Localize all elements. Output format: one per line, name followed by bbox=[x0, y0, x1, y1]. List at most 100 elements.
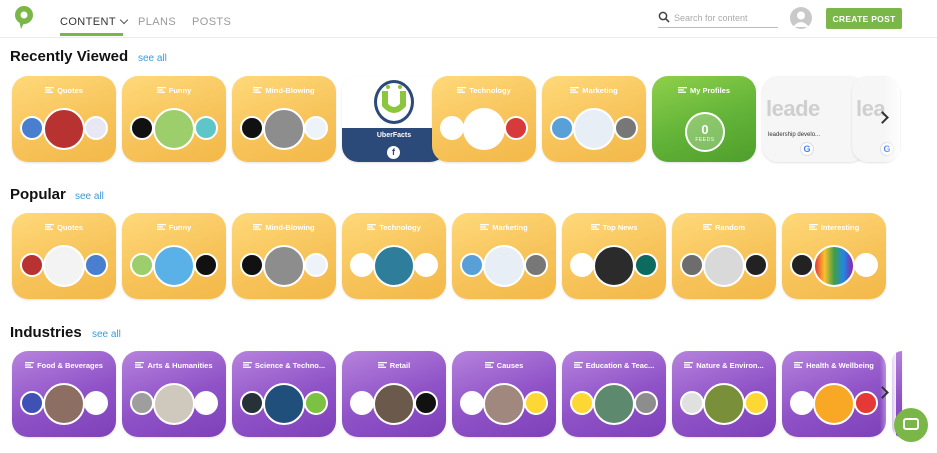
section-title-industries: Industries bbox=[10, 324, 82, 341]
feed-icon bbox=[242, 362, 252, 368]
source-avatar bbox=[570, 391, 594, 415]
google-icon: G bbox=[800, 142, 814, 156]
source-avatar bbox=[634, 391, 658, 415]
user-silhouette-icon bbox=[793, 11, 809, 27]
source-avatar bbox=[593, 245, 635, 287]
source-avatar bbox=[504, 116, 528, 140]
card-label: Mind-Blowing bbox=[265, 223, 315, 232]
industry-card-food-beverages[interactable]: Food & Beverages bbox=[12, 351, 116, 437]
nav-tab-posts[interactable]: POSTS bbox=[192, 16, 231, 28]
feed-icon bbox=[677, 87, 687, 93]
card-label: Causes bbox=[496, 361, 524, 370]
popular-card-top-news[interactable]: Top News bbox=[562, 213, 666, 299]
recent-card-funny[interactable]: Funny bbox=[122, 76, 226, 162]
source-avatar bbox=[463, 108, 505, 150]
source-avatar bbox=[20, 391, 44, 415]
recent-card-uberfacts[interactable]: UberFacts f bbox=[342, 76, 446, 162]
feed-icon bbox=[253, 87, 263, 93]
card-label: Quotes bbox=[57, 86, 83, 95]
card-label: Funny bbox=[168, 223, 192, 232]
source-avatar bbox=[790, 253, 814, 277]
source-avatar bbox=[744, 253, 768, 277]
see-all-popular-link[interactable]: see all bbox=[75, 191, 104, 202]
search-box bbox=[658, 10, 778, 28]
app-logo-icon[interactable] bbox=[13, 6, 35, 30]
source-avatar bbox=[524, 391, 548, 415]
source-avatar bbox=[440, 116, 464, 140]
industry-card-causes[interactable]: Causes bbox=[452, 351, 556, 437]
industry-card-health-wellbeing[interactable]: Health & Wellbeing bbox=[782, 351, 886, 437]
source-avatar bbox=[414, 253, 438, 277]
see-all-industries-link[interactable]: see all bbox=[92, 329, 121, 340]
recent-card-quotes[interactable]: Quotes bbox=[12, 76, 116, 162]
recent-card-technology[interactable]: Technology bbox=[432, 76, 536, 162]
search-icon[interactable] bbox=[658, 11, 670, 23]
section-title-popular: Popular bbox=[10, 186, 66, 203]
source-avatar bbox=[240, 253, 264, 277]
popular-card-quotes[interactable]: Quotes bbox=[12, 213, 116, 299]
card-label: Education & Teac... bbox=[585, 361, 655, 370]
scroll-right-arrow-industries[interactable] bbox=[874, 383, 896, 405]
source-avatar bbox=[350, 253, 374, 277]
source-avatar bbox=[350, 391, 374, 415]
card-label: My Profiles bbox=[689, 86, 730, 95]
source-avatar bbox=[194, 391, 218, 415]
feed-icon bbox=[377, 362, 387, 368]
source-avatar bbox=[263, 245, 305, 287]
recent-card-marketing[interactable]: Marketing bbox=[542, 76, 646, 162]
card-label: Technology bbox=[469, 86, 511, 95]
popular-card-mind-blowing[interactable]: Mind-Blowing bbox=[232, 213, 336, 299]
source-avatar bbox=[263, 383, 305, 425]
recent-card-mind-blowing[interactable]: Mind-Blowing bbox=[232, 76, 336, 162]
industry-card-retail[interactable]: Retail bbox=[342, 351, 446, 437]
industry-card-science-technology[interactable]: Science & Techno... bbox=[232, 351, 336, 437]
source-avatar bbox=[813, 245, 855, 287]
source-avatar bbox=[680, 253, 704, 277]
card-label: Marketing bbox=[582, 86, 618, 95]
source-avatar bbox=[614, 116, 638, 140]
source-avatar bbox=[194, 253, 218, 277]
source-avatar bbox=[483, 245, 525, 287]
search-input[interactable] bbox=[674, 10, 776, 26]
source-avatar bbox=[20, 253, 44, 277]
chevron-down-icon bbox=[119, 15, 129, 25]
source-avatar bbox=[304, 253, 328, 277]
source-avatar bbox=[854, 253, 878, 277]
recent-card-my-profiles[interactable]: My Profiles 0 FEEDS bbox=[652, 76, 756, 162]
nav-tab-content[interactable]: CONTENT bbox=[60, 15, 129, 28]
see-all-recently-viewed-link[interactable]: see all bbox=[138, 53, 167, 64]
feeds-count-badge: 0 FEEDS bbox=[685, 112, 725, 152]
section-title-recently-viewed: Recently Viewed bbox=[10, 48, 129, 65]
source-avatar bbox=[703, 245, 745, 287]
source-avatar bbox=[240, 391, 264, 415]
user-avatar[interactable] bbox=[790, 7, 812, 29]
source-avatar bbox=[744, 391, 768, 415]
popular-card-marketing[interactable]: Marketing bbox=[452, 213, 556, 299]
card-label: UberFacts bbox=[376, 132, 412, 139]
source-avatar bbox=[573, 108, 615, 150]
source-avatar bbox=[84, 391, 108, 415]
live-chat-button[interactable] bbox=[894, 408, 928, 442]
industry-card-nature-environment[interactable]: Nature & Environ... bbox=[672, 351, 776, 437]
feeds-count-label: FEEDS bbox=[695, 137, 715, 143]
source-avatar bbox=[703, 383, 745, 425]
feed-icon bbox=[45, 224, 55, 230]
popular-card-random[interactable]: Random bbox=[672, 213, 776, 299]
source-avatar bbox=[524, 253, 548, 277]
industry-card-education-teaching[interactable]: Education & Teac... bbox=[562, 351, 666, 437]
popular-card-technology[interactable]: Technology bbox=[342, 213, 446, 299]
scroll-right-arrow-recent[interactable] bbox=[874, 108, 896, 130]
create-post-button[interactable]: CREATE POST bbox=[826, 8, 902, 29]
popular-card-interesting[interactable]: Interesting bbox=[782, 213, 886, 299]
source-avatar bbox=[483, 383, 525, 425]
card-label: Food & Beverages bbox=[37, 361, 103, 370]
source-avatar bbox=[153, 383, 195, 425]
popular-card-funny[interactable]: Funny bbox=[122, 213, 226, 299]
feed-icon bbox=[794, 362, 804, 368]
source-avatar bbox=[373, 383, 415, 425]
recent-card-leadership[interactable]: leade leadership develo... G bbox=[762, 76, 866, 162]
feed-icon bbox=[156, 224, 166, 230]
card-label: Nature & Environ... bbox=[696, 361, 764, 370]
nav-tab-plans[interactable]: PLANS bbox=[138, 16, 176, 28]
industry-card-arts-humanities[interactable]: Arts & Humanities bbox=[122, 351, 226, 437]
